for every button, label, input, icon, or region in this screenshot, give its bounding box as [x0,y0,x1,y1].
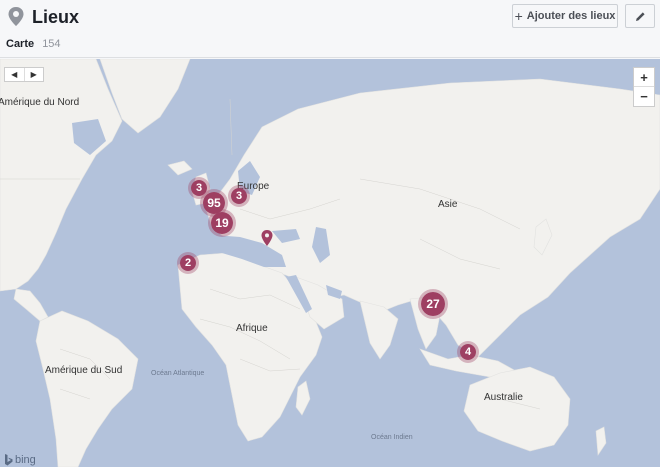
central-america-landmass [13,288,49,322]
location-pin-marker-icon[interactable] [260,229,274,247]
iceland-landmass [167,160,193,176]
cluster-marker-indonesia[interactable]: 4 [457,341,479,363]
nav-prev-icon[interactable]: ◀ [5,68,25,81]
label-indian-ocean: Océan Indien [371,434,413,441]
label-australia: Australie [484,392,523,403]
label-atlantic-ocean: Océan Atlantique [151,370,205,377]
add-places-label: Ajouter des lieux [526,10,616,22]
page-title: Lieux [32,6,80,27]
bing-logo: bing [4,454,36,466]
nav-next-icon[interactable]: ▶ [25,68,44,81]
title-row: Lieux [6,6,79,28]
map-canvas [0,59,660,467]
madagascar-landmass [295,380,311,416]
map-nav-control[interactable]: ◀ ▶ [4,67,44,82]
label-africa: Afrique [236,323,268,334]
south-america-landmass [35,310,139,467]
bing-label: bing [15,454,36,466]
tab-map[interactable]: Carte 154 [6,38,61,50]
zoom-out-button[interactable]: − [634,87,654,106]
world-map[interactable]: Amérique du Nord Europe Asie Afrique Amé… [0,59,660,467]
cluster-marker-central-europe[interactable]: 3 [228,185,250,207]
zoom-in-button[interactable]: + [634,68,654,87]
cluster-marker-canary[interactable]: 2 [177,252,199,274]
label-south-america: Amérique du Sud [45,365,123,376]
bing-icon [5,454,13,466]
new-zealand-landmass [595,426,607,456]
cluster-marker-southeast-asia[interactable]: 27 [418,289,448,319]
tab-label: Carte [6,38,35,50]
plus-icon: + [514,8,523,24]
edit-button[interactable] [625,4,655,28]
pencil-icon [635,11,645,21]
label-asia: Asie [438,199,458,210]
add-places-button[interactable]: + Ajouter des lieux [512,4,618,28]
australia-landmass [463,366,571,452]
tab-count: 154 [42,38,61,50]
label-north-america: Amérique du Nord [0,97,80,108]
cluster-marker-spain[interactable]: 19 [208,209,236,237]
zoom-control[interactable]: + − [633,67,655,107]
north-america-landmass [0,59,123,292]
page-header: Lieux Carte 154 + Ajouter des lieux [0,0,660,58]
india-landmass [359,300,399,360]
location-pin-icon [8,7,24,26]
